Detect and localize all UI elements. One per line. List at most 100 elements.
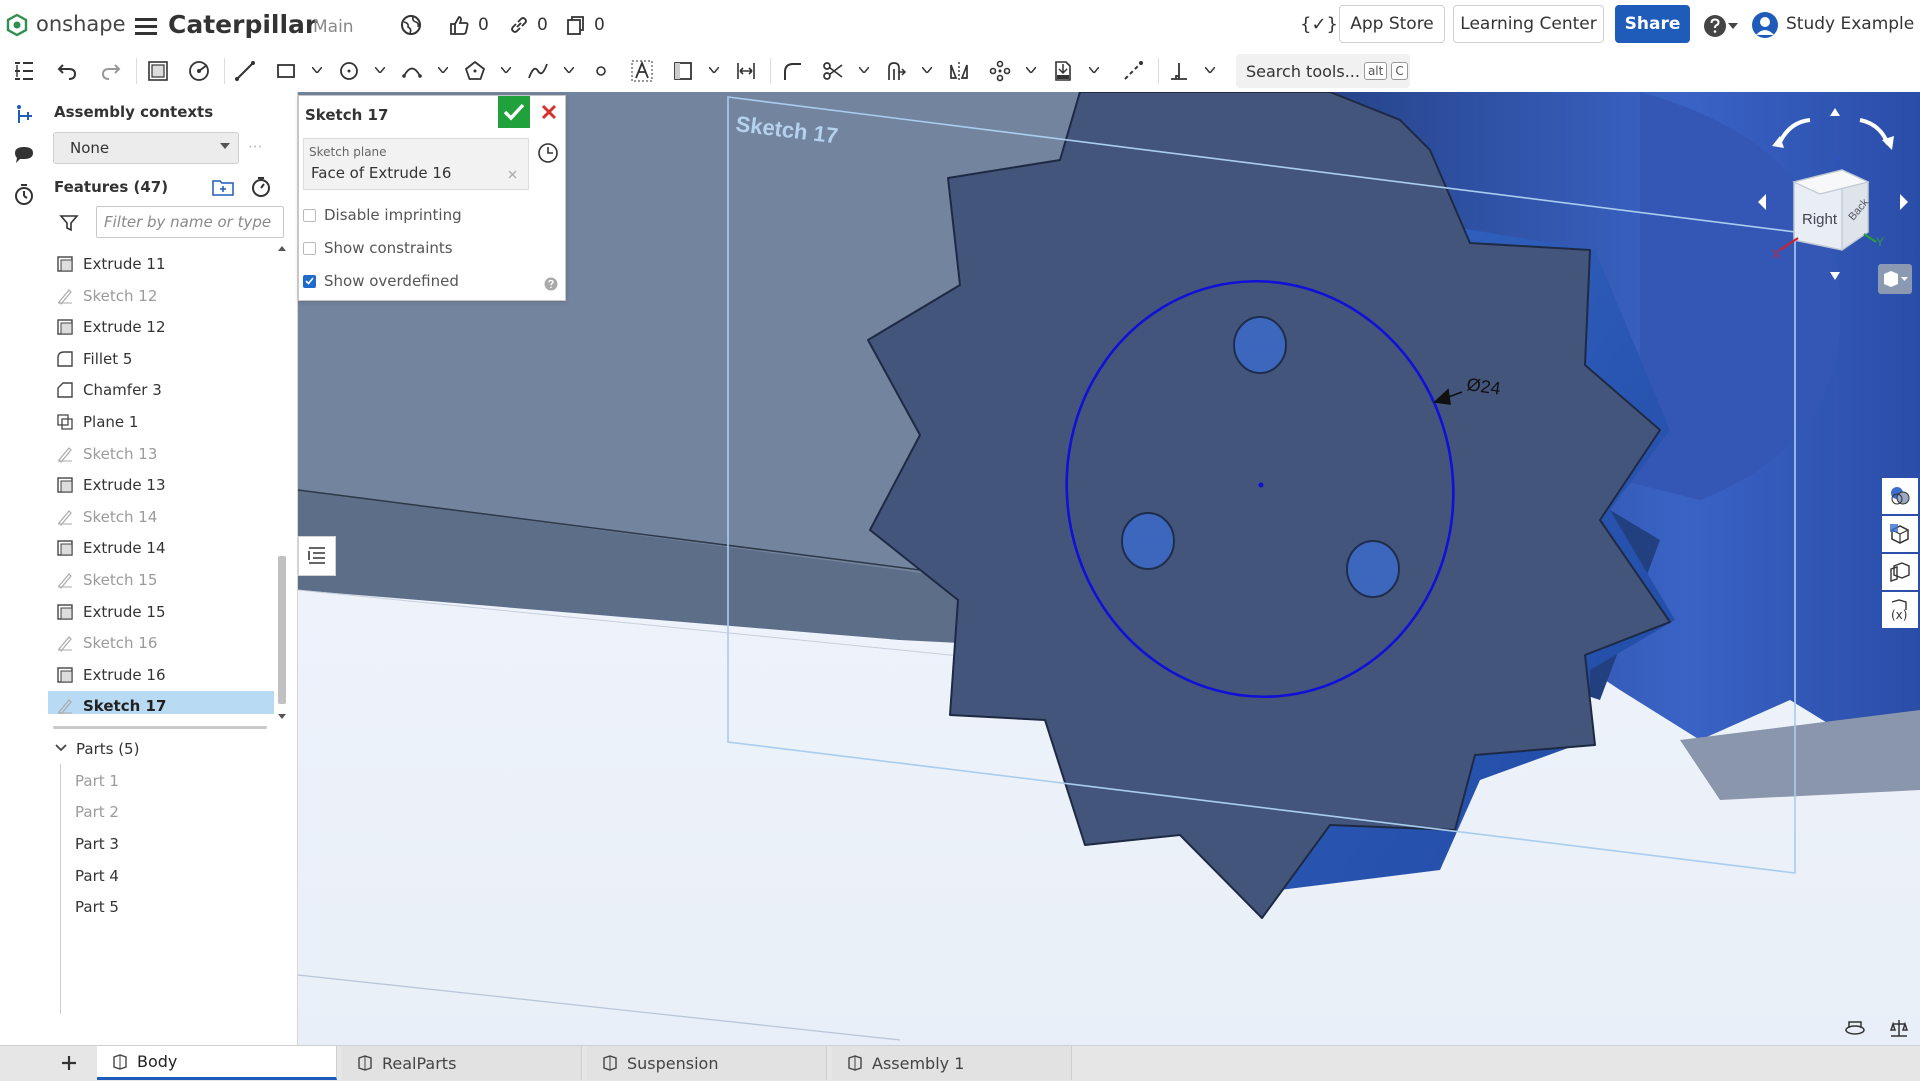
rollback-timer-icon[interactable] [249,175,273,199]
feature-item-sketch-15[interactable]: Sketch 15 [48,565,274,595]
appearances-icon[interactable] [1882,478,1918,514]
show-overdefined-option[interactable]: Show overdefined [303,272,459,290]
variables-icon[interactable]: {✓} [1300,14,1338,35]
construction-tool-icon[interactable] [1118,56,1148,86]
add-custom-feature-icon[interactable] [9,100,39,130]
feature-item-chamfer-3[interactable]: Chamfer 3 [48,375,274,405]
globe-icon[interactable] [398,12,424,38]
feature-item-sketch-13[interactable]: Sketch 13 [48,439,274,469]
named-views-icon[interactable] [1882,554,1918,590]
constraint-tool-icon[interactable] [1164,56,1194,86]
comments-icon[interactable] [9,140,39,170]
chevron-down-icon[interactable] [1727,20,1739,32]
parts-count-label[interactable]: Parts (5) [76,740,139,758]
circle-tool-icon[interactable] [334,56,364,86]
help-icon[interactable] [543,276,559,292]
trim-tool-icon[interactable] [818,56,848,86]
chevron-down-icon[interactable] [437,64,449,76]
accept-button[interactable] [498,96,530,128]
mirror-tool-icon[interactable] [944,56,974,86]
point-tool-icon[interactable] [586,56,616,86]
chevron-down-icon[interactable] [1204,64,1216,76]
rectangle-tool-icon[interactable] [271,56,301,86]
feature-item-sketch-17[interactable]: Sketch 17 [48,691,274,714]
display-state-icon[interactable] [1840,1014,1870,1040]
offset-tool-icon[interactable] [881,56,911,86]
chevron-down-icon[interactable] [500,64,512,76]
dxf-import-icon[interactable] [1048,56,1078,86]
chevron-down-icon[interactable] [53,740,69,756]
feature-list-scrollbar[interactable] [276,244,288,724]
chevron-down-icon[interactable] [1088,64,1100,76]
chevron-down-icon[interactable] [858,64,870,76]
insert-image-icon[interactable] [668,56,698,86]
part-item[interactable]: Part 2 [75,803,119,821]
part-item[interactable]: Part 4 [75,867,119,885]
polygon-tool-icon[interactable] [460,56,490,86]
learning-center-button[interactable]: Learning Center [1453,5,1604,43]
feature-list-h-scrollbar[interactable] [53,726,267,729]
disable-imprinting-checkbox[interactable] [303,208,316,222]
show-constraints-checkbox[interactable] [303,241,316,255]
feature-item-extrude-16[interactable]: Extrude 16 [48,660,274,690]
feature-item-extrude-12[interactable]: Extrude 12 [48,312,274,342]
branch-name[interactable]: Main [313,17,354,37]
inspect-icon[interactable] [10,1052,36,1076]
history-icon[interactable] [9,180,39,210]
feature-item-extrude-15[interactable]: Extrude 15 [48,597,274,627]
chevron-down-icon[interactable] [563,64,575,76]
dimension-tool-icon[interactable] [731,56,761,86]
search-tools-input[interactable]: Search tools... alt C [1236,54,1410,88]
feature-item-extrude-11[interactable]: Extrude 11 [48,249,274,279]
assembly-context-select[interactable]: None [53,132,239,164]
app-store-button[interactable]: App Store [1339,5,1445,43]
user-avatar-icon[interactable] [1750,10,1780,40]
line-tool-icon[interactable] [230,56,260,86]
feature-item-sketch-12[interactable]: Sketch 12 [48,281,274,311]
show-overdefined-checkbox[interactable] [303,274,316,288]
view-normal-icon[interactable] [535,140,561,166]
toggle-feature-list-icon[interactable] [298,536,336,576]
feature-item-plane-1[interactable]: Plane 1 [48,407,274,437]
tab-body[interactable]: Body [97,1046,337,1080]
text-tool-icon[interactable] [627,56,657,86]
cancel-button[interactable] [533,96,565,128]
tab-realparts[interactable]: RealParts [342,1046,582,1080]
configuration-variables-icon[interactable]: (x) [1882,592,1918,628]
measure-icon[interactable] [1884,1014,1914,1040]
tab-assembly-1[interactable]: Assembly 1 [832,1046,1072,1080]
redo-icon[interactable] [96,56,126,86]
filter-icon[interactable] [58,212,80,234]
clear-icon[interactable] [506,168,518,180]
add-tab-icon[interactable] [56,1051,82,1075]
document-title[interactable]: Caterpillar [168,10,317,39]
context-more-button[interactable]: ··· [248,138,262,156]
share-button[interactable]: Share [1615,5,1690,43]
disable-imprinting-option[interactable]: Disable imprinting [303,206,462,224]
chevron-down-icon[interactable] [1025,64,1037,76]
undo-icon[interactable] [52,56,82,86]
part-item[interactable]: Part 3 [75,835,119,853]
brand-name[interactable]: onshape [36,12,126,36]
tab-suspension[interactable]: Suspension [587,1046,827,1080]
menu-icon[interactable] [134,14,158,38]
link-icon[interactable] [506,12,532,38]
feature-item-fillet-5[interactable]: Fillet 5 [48,344,274,374]
view-options-icon[interactable] [1878,264,1912,294]
feature-item-sketch-16[interactable]: Sketch 16 [48,628,274,658]
feature-tree-toggle-icon[interactable] [9,56,39,86]
section-view-icon[interactable] [1882,516,1918,552]
show-constraints-option[interactable]: Show constraints [303,239,453,257]
part-item[interactable]: Part 5 [75,898,119,916]
onshape-logo-icon[interactable] [4,12,30,38]
fillet-tool-icon[interactable] [777,56,807,86]
sketch-tool-icon[interactable] [184,56,214,86]
chevron-down-icon[interactable] [921,64,933,76]
part-item[interactable]: Part 1 [75,772,119,790]
like-icon[interactable] [446,12,472,38]
chevron-down-icon[interactable] [708,64,720,76]
help-icon[interactable] [1702,13,1728,39]
chevron-down-icon[interactable] [311,64,323,76]
user-name[interactable]: Study Example [1786,14,1914,34]
feature-item-extrude-13[interactable]: Extrude 13 [48,470,274,500]
